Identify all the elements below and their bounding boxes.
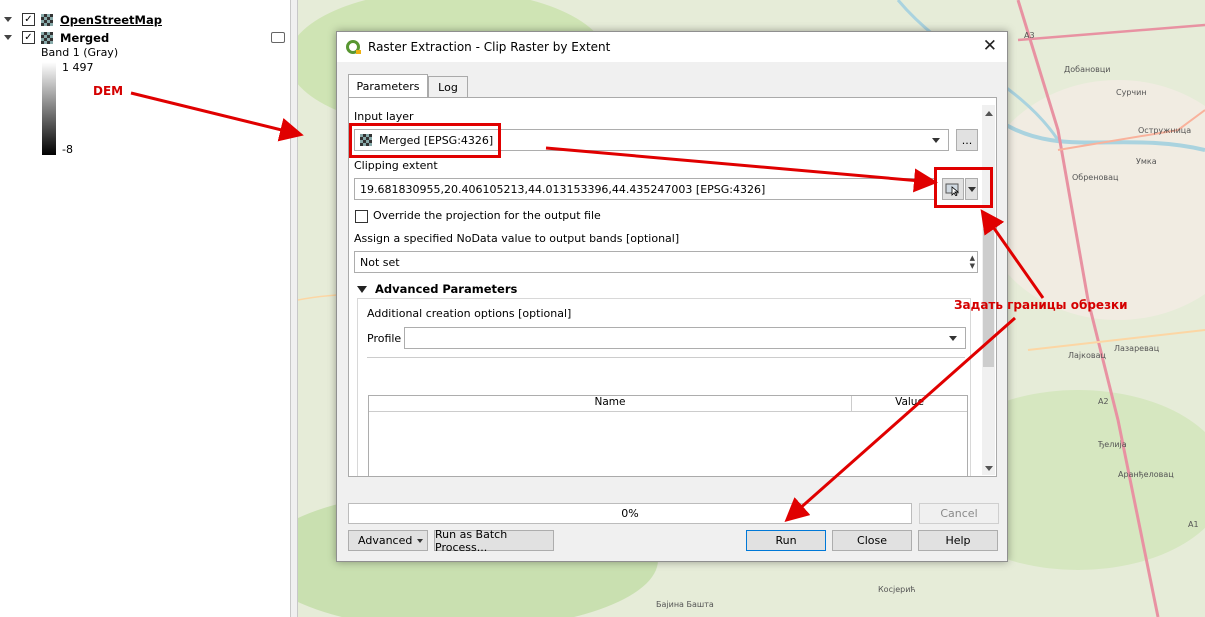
map-label: Добановци [1064,65,1111,74]
vertical-scrollbar[interactable] [982,105,995,475]
raster-layer-icon [41,31,53,44]
layer-checkbox[interactable]: ✓ [22,31,35,44]
advanced-parameters-label: Advanced Parameters [375,282,518,296]
creation-options-label: Additional creation options [optional] [367,307,572,320]
batch-process-button[interactable]: Run as Batch Process... [434,528,554,554]
chevron-down-icon [949,336,957,341]
expand-arrow-icon [357,285,367,293]
nodata-value: Not set [360,255,400,269]
override-projection-label: Override the projection for the output f… [373,209,601,222]
annotation-dem: DEM [93,84,124,98]
column-header-value[interactable]: Value [852,396,967,412]
spinbox-arrows-icon[interactable]: ▲ ▼ [970,254,975,270]
collapse-arrow-icon[interactable] [4,35,12,40]
legend-color-ramp [42,62,56,155]
progress-bar: 0% [348,503,912,524]
map-label: A3 [1024,31,1035,40]
legend-max-value: 1 497 [62,61,94,74]
map-label: Умка [1136,157,1157,166]
scroll-down-icon[interactable] [985,466,993,471]
tab-parameters[interactable]: Parameters [348,74,428,98]
override-projection-checkbox[interactable] [355,210,368,223]
embedded-widget-icon[interactable] [271,32,285,43]
map-label: A1 [1188,520,1199,529]
dialog-titlebar[interactable]: Raster Extraction - Clip Raster by Exten… [337,32,1007,62]
browse-layer-button[interactable]: ... [956,129,978,151]
layers-panel: ✓ OpenStreetMap ✓ Merged Band 1 (Gray) 1… [0,0,290,617]
legend-band-label: Band 1 (Gray) [41,46,119,59]
layer-row-merged[interactable]: ✓ Merged [0,29,109,46]
map-label: Обреновац [1072,173,1119,182]
clipping-extent-input[interactable]: 19.681830955,20.406105213,44.013153396,4… [354,178,937,200]
map-label: Остружница [1138,126,1192,135]
raster-layer-icon [41,13,53,26]
highlight-extent-button [934,167,993,208]
map-label: Аранђеловац [1118,470,1174,479]
map-label: Сурчин [1116,88,1147,97]
panel-splitter[interactable] [290,0,298,617]
nodata-spinbox[interactable]: Not set ▲ ▼ [354,251,978,273]
creation-options-table[interactable]: Name Value [368,395,968,476]
layer-name[interactable]: OpenStreetMap [60,13,162,27]
profile-label: Profile [367,332,402,345]
scroll-up-icon[interactable] [985,111,993,116]
map-label: Лајковац [1068,351,1106,360]
close-icon[interactable]: ✕ [983,37,997,55]
map-label: Бајина Башта [656,600,714,609]
layer-name[interactable]: Merged [60,31,109,45]
collapse-arrow-icon[interactable] [4,17,12,22]
nodata-label: Assign a specified NoData value to outpu… [354,232,680,245]
profile-combo[interactable] [404,327,966,349]
dialog-title: Raster Extraction - Clip Raster by Exten… [368,40,611,54]
annotation-set-extent: Задать границы обрезки [954,298,1128,312]
map-label: Ђелија [1098,440,1127,449]
layer-checkbox[interactable]: ✓ [22,13,35,26]
cancel-button[interactable]: Cancel [919,503,999,524]
advanced-button[interactable]: Advanced [348,530,428,551]
advanced-button-label: Advanced [358,534,413,547]
clipping-extent-label: Clipping extent [354,159,438,172]
map-label: A2 [1098,397,1109,406]
map-label: Косјерић [878,585,916,594]
chevron-down-icon [932,138,940,143]
tab-log[interactable]: Log [428,76,468,98]
highlight-input-layer [349,123,501,158]
run-button[interactable]: Run [746,530,826,551]
help-button[interactable]: Help [918,530,998,551]
chevron-down-icon [417,539,423,543]
layer-row-openstreetmap[interactable]: ✓ OpenStreetMap [0,11,162,28]
close-button[interactable]: Close [832,530,912,551]
progress-text: 0% [621,507,639,520]
qgis-logo-icon [346,40,361,54]
input-layer-label: Input layer [354,110,414,123]
map-label: Лазаревац [1114,344,1160,353]
column-header-name[interactable]: Name [369,396,852,412]
advanced-parameters-toggle[interactable]: Advanced Parameters [357,282,517,296]
legend-min-value: -8 [62,143,73,156]
clipping-extent-value: 19.681830955,20.406105213,44.013153396,4… [360,182,766,196]
clip-raster-dialog: Raster Extraction - Clip Raster by Exten… [336,31,1008,562]
divider [367,357,965,358]
